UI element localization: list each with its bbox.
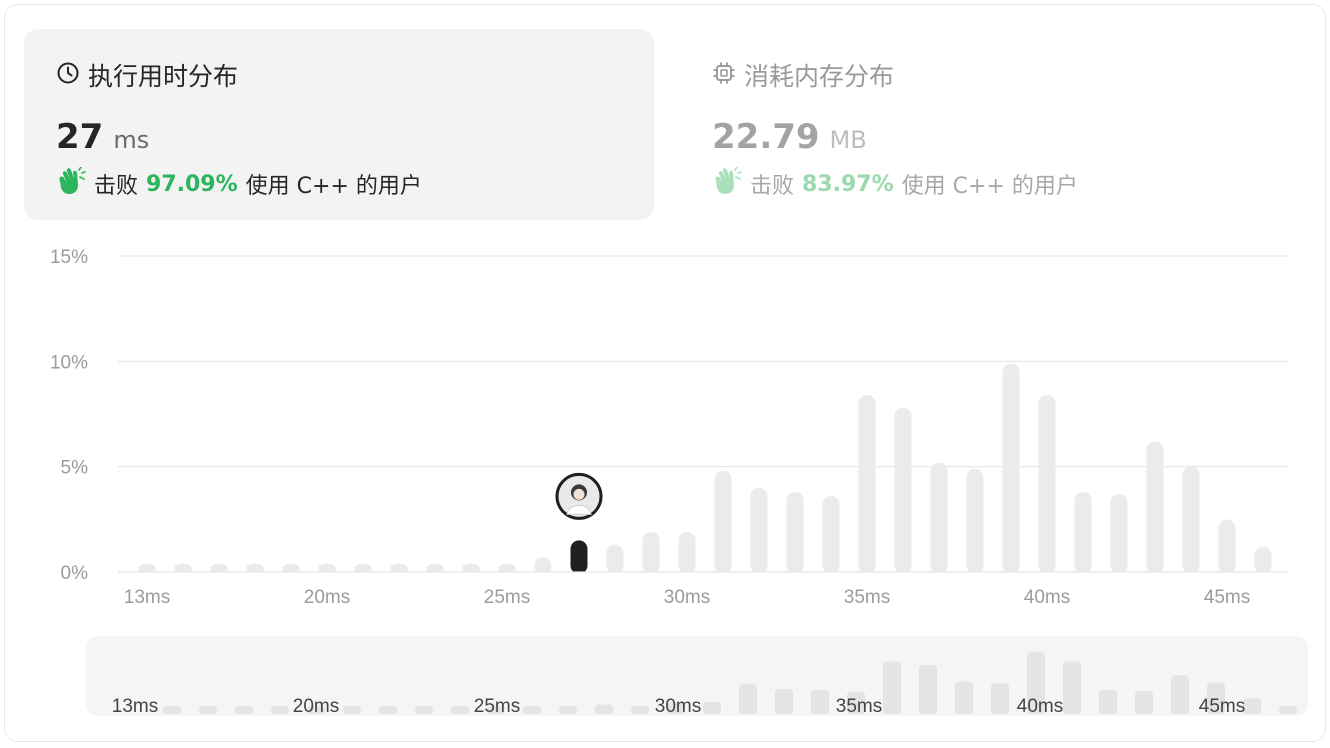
overview-bar: [811, 690, 829, 714]
x-tick-label: 30ms: [664, 587, 710, 608]
overview-bar: [271, 706, 289, 714]
bar: [1146, 441, 1164, 574]
y-tick-label: 15%: [50, 247, 88, 268]
overview-bar: [1063, 661, 1081, 714]
overview-bar: [1279, 706, 1297, 714]
runtime-distribution-chart[interactable]: 0% 5% 10% 15% 13ms 20ms 25ms 30ms 35ms 40ms 45ms: [0, 230, 1330, 620]
memory-value: 22.79: [712, 117, 820, 157]
bar: [894, 407, 912, 574]
overview-bar: [451, 706, 469, 714]
bar: [714, 470, 732, 574]
memory-title: 消耗内存分布: [744, 62, 895, 91]
bar: [858, 395, 876, 574]
memory-card[interactable]: 消耗内存分布 22.79 MB 击败 83.97% 使用 C++ 的用户: [680, 29, 1310, 220]
overview-x-tick-label: 45ms: [1199, 696, 1245, 717]
bar: [966, 468, 984, 574]
bar: [1002, 363, 1020, 574]
overview-bar: [595, 704, 613, 714]
overview-bar: [163, 706, 181, 714]
runtime-card[interactable]: 执行用时分布 27 ms 击败 97.09% 使用 C++ 的用户: [24, 29, 654, 220]
bar-highlighted: [570, 540, 588, 574]
x-tick-label: 35ms: [844, 587, 890, 608]
clap-hands-icon: [712, 166, 742, 201]
runtime-title: 执行用时分布: [88, 62, 239, 91]
overview-x-tick-label: 20ms: [293, 696, 339, 717]
clock-icon: [56, 61, 80, 89]
overview-bar: [379, 706, 397, 714]
bar: [642, 531, 660, 574]
overview-bar: [991, 683, 1009, 714]
bar: [1110, 494, 1128, 574]
clap-hands-icon: [56, 166, 86, 201]
x-tick-label: 25ms: [484, 587, 530, 608]
overview-x-tick-label: 13ms: [112, 696, 158, 717]
beat-suffix: 使用 C++ 的用户: [901, 174, 1078, 199]
y-tick-label: 0%: [61, 563, 89, 584]
overview-bar: [1099, 690, 1117, 714]
bar: [606, 544, 624, 574]
beat-percent: 97.09%: [146, 171, 238, 197]
bar: [930, 462, 948, 574]
x-tick-label: 13ms: [124, 587, 170, 608]
x-tick-label: 20ms: [304, 587, 350, 608]
overview-bar: [1171, 675, 1189, 714]
overview-x-tick-label: 40ms: [1017, 696, 1063, 717]
user-avatar: [555, 472, 603, 520]
overview-x-tick-label: 25ms: [474, 696, 520, 717]
memory-unit: MB: [829, 126, 867, 154]
bar: [678, 531, 696, 574]
overview-bar: [883, 661, 901, 714]
overview-bar: [739, 683, 757, 714]
overview-bar: [775, 688, 793, 714]
beat-percent: 83.97%: [802, 171, 894, 197]
beat-suffix: 使用 C++ 的用户: [245, 174, 422, 199]
x-tick-label: 40ms: [1024, 587, 1070, 608]
bar: [822, 496, 840, 574]
bar: [1182, 466, 1200, 574]
chip-icon: [712, 61, 736, 89]
x-tick-label: 45ms: [1204, 587, 1250, 608]
chart-overview-scrollbar[interactable]: 13ms 20ms 25ms 30ms 35ms 40ms 45ms: [86, 636, 1308, 718]
beat-prefix: 击败: [750, 174, 795, 199]
overview-bar: [631, 705, 649, 714]
overview-bar: [235, 706, 253, 714]
overview-bar: [919, 665, 937, 714]
y-tick-label: 10%: [50, 352, 88, 373]
overview-x-tick-label: 35ms: [836, 696, 882, 717]
overview-bar: [1135, 690, 1153, 714]
bar: [750, 487, 768, 574]
overview-bar: [415, 706, 433, 714]
bar: [1254, 546, 1272, 574]
overview-bar: [523, 706, 541, 714]
overview-bar: [199, 706, 217, 714]
bar: [1038, 395, 1056, 574]
overview-bar: [1243, 698, 1261, 714]
runtime-value: 27: [56, 117, 104, 157]
y-tick-label: 5%: [61, 458, 89, 479]
bar: [1218, 519, 1236, 574]
overview-bar: [343, 706, 361, 714]
overview-bar: [559, 706, 577, 714]
runtime-unit: ms: [113, 126, 150, 154]
bar: [786, 491, 804, 574]
overview-bar: [703, 702, 721, 714]
beat-prefix: 击败: [94, 174, 139, 199]
avatar-face: [573, 488, 585, 500]
bar: [1074, 491, 1092, 574]
overview-x-tick-label: 30ms: [655, 696, 701, 717]
overview-bar: [955, 681, 973, 714]
